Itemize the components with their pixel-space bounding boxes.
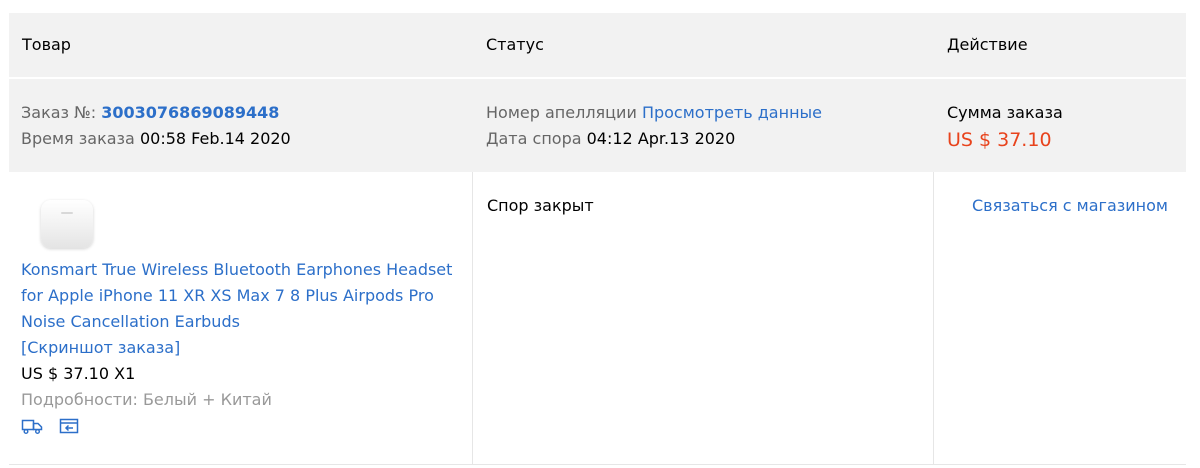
order-time-label: Время заказа (21, 129, 135, 148)
table-header: Товар Статус Действие (9, 13, 1186, 77)
return-icon[interactable] (58, 417, 80, 439)
contact-store-link[interactable]: Связаться с магазином (972, 194, 1168, 218)
order-number-label: Заказ №: (21, 103, 97, 122)
order-info: Заказ №: 3003076869089448 Время заказа 0… (21, 100, 291, 152)
product-image[interactable] (41, 200, 93, 248)
header-status: Статус (486, 35, 544, 54)
item-price-quantity: US $ 37.10 X1 (21, 364, 136, 383)
order-total: Сумма заказа US $ 37.10 (947, 100, 1063, 154)
order-number-link[interactable]: 3003076869089448 (101, 103, 279, 122)
view-details-link[interactable]: Просмотреть данные (642, 103, 822, 122)
product-title-link[interactable]: Konsmart True Wireless Bluetooth Earphon… (21, 257, 476, 335)
order-total-amount: US $ 37.10 (947, 129, 1052, 151)
item-details: Подробности: Белый + Китай (21, 390, 272, 409)
dispute-date-value: 04:12 Apr.13 2020 (586, 129, 736, 148)
dispute-status: Спор закрыт (487, 196, 594, 215)
delivery-truck-icon[interactable] (21, 417, 43, 439)
dispute-date-label: Дата спора (486, 129, 582, 148)
header-product: Товар (22, 35, 71, 54)
appeal-info: Номер апелляции Просмотреть данные Дата … (486, 100, 822, 152)
order-time-value: 00:58 Feb.14 2020 (139, 129, 291, 148)
header-action: Действие (947, 35, 1028, 54)
order-dispute-table: Товар Статус Действие Заказ №: 300307686… (0, 0, 1200, 468)
order-snapshot-link[interactable]: [Скриншот заказа] (21, 335, 180, 361)
order-item-row: Konsmart True Wireless Bluetooth Earphon… (9, 172, 1186, 465)
order-summary-row: Заказ №: 3003076869089448 Время заказа 0… (9, 79, 1186, 172)
column-divider (933, 172, 934, 464)
item-icons (21, 417, 90, 437)
appeal-number-label: Номер апелляции (486, 103, 637, 122)
order-total-label: Сумма заказа (947, 103, 1063, 122)
